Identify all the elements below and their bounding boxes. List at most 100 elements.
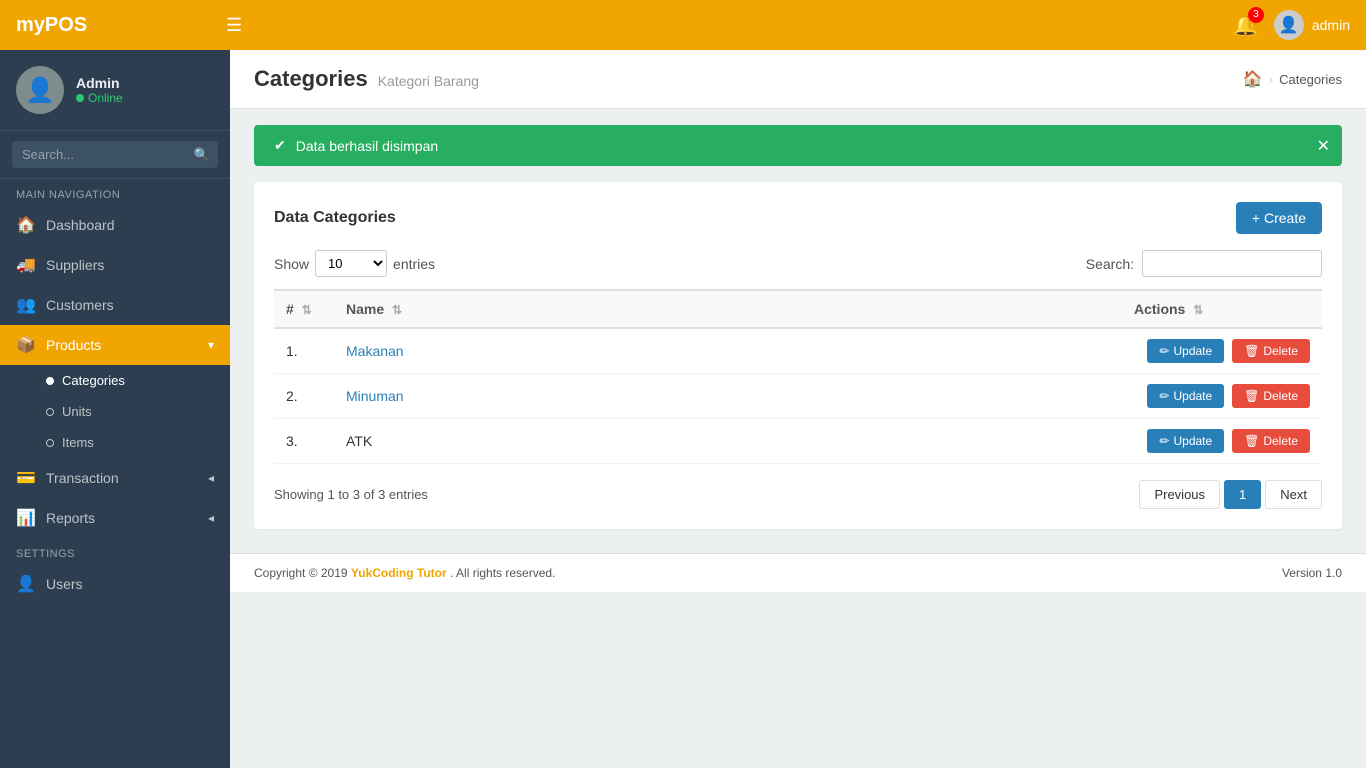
suppliers-icon: 🚚 [16, 255, 36, 275]
sidebar-item-customers-label: Customers [46, 297, 114, 313]
table-footer: Showing 1 to 3 of 3 entries Previous 1 N… [274, 480, 1322, 509]
breadcrumb-current: Categories [1279, 72, 1342, 87]
row2-actions: ✏ Update 🗑 Delete [1122, 374, 1322, 419]
row2-update-button[interactable]: ✏ Update [1147, 384, 1224, 408]
sidebar-item-dashboard[interactable]: 🏠 Dashboard [0, 205, 230, 245]
col-header-num: # ⇅ [274, 290, 334, 328]
sidebar-subitem-categories[interactable]: Categories [0, 365, 230, 396]
customers-icon: 👥 [16, 295, 36, 315]
page-title: Categories [254, 66, 368, 92]
categories-sub-dot [46, 377, 54, 385]
main-layout: 👤 Admin Online 🔍 MAIN NAVIGATION 🏠 Dashb… [0, 50, 1366, 768]
profile-name: Admin [76, 75, 123, 91]
pencil-icon: ✏ [1159, 344, 1169, 358]
sidebar-profile: 👤 Admin Online [0, 50, 230, 131]
sidebar-item-transaction[interactable]: 💳 Transaction ◂ [0, 458, 230, 498]
notification-badge: 3 [1248, 7, 1264, 23]
sidebar-subitem-items[interactable]: Items [0, 427, 230, 458]
col-header-name: Name ⇅ [334, 290, 1122, 328]
reports-arrow-icon: ◂ [208, 511, 214, 525]
data-table: # ⇅ Name ⇅ Actions ⇅ 1. [274, 289, 1322, 464]
entries-label: entries [393, 256, 435, 272]
content-box-header: Data Categories + Create [274, 202, 1322, 234]
trash-icon: 🗑 [1244, 389, 1259, 403]
pagination-page-1-button[interactable]: 1 [1224, 480, 1261, 509]
products-arrow-icon: ▾ [208, 338, 214, 352]
sidebar-search-area: 🔍 [0, 131, 230, 179]
sidebar-subitem-units[interactable]: Units [0, 396, 230, 427]
header-right: 🔔 3 👤 admin [1233, 10, 1350, 40]
reports-icon: 📊 [16, 508, 36, 528]
table-row: 2. Minuman ✏ Update 🗑 Delete [274, 374, 1322, 419]
status-dot [76, 94, 84, 102]
pagination: Previous 1 Next [1139, 480, 1322, 509]
pencil-icon: ✏ [1159, 389, 1169, 403]
sidebar-item-dashboard-label: Dashboard [46, 217, 115, 233]
row2-name: Minuman [334, 374, 1122, 419]
notification-icon[interactable]: 🔔 3 [1233, 13, 1258, 38]
profile-status: Online [76, 91, 123, 105]
entries-select[interactable]: 10 25 50 100 [315, 250, 387, 277]
items-sub-dot [46, 439, 54, 447]
showing-text: Showing 1 to 3 of 3 entries [274, 487, 428, 502]
sidebar-item-suppliers-label: Suppliers [46, 257, 104, 273]
pagination-next-button[interactable]: Next [1265, 480, 1322, 509]
sidebar-subitem-categories-label: Categories [62, 373, 125, 388]
row1-update-button[interactable]: ✏ Update [1147, 339, 1224, 363]
row1-name: Makanan [334, 328, 1122, 374]
table-header-row: # ⇅ Name ⇅ Actions ⇅ [274, 290, 1322, 328]
table-row: 1. Makanan ✏ Update 🗑 Delete [274, 328, 1322, 374]
sidebar-item-products-label: Products [46, 337, 101, 353]
page-title-area: Categories Kategori Barang [254, 66, 479, 92]
user-avatar: 👤 [1274, 10, 1304, 40]
row3-update-button[interactable]: ✏ Update [1147, 429, 1224, 453]
pagination-previous-button[interactable]: Previous [1139, 480, 1220, 509]
sort-icon-num: ⇅ [302, 303, 312, 317]
sidebar-search-input[interactable] [12, 141, 218, 168]
footer-copyright: Copyright © 2019 YukCoding Tutor . All r… [254, 566, 555, 580]
col-header-actions: Actions ⇅ [1122, 290, 1322, 328]
sidebar-item-users[interactable]: 👤 Users [0, 564, 230, 604]
sidebar: 👤 Admin Online 🔍 MAIN NAVIGATION 🏠 Dashb… [0, 50, 230, 768]
sidebar-item-reports[interactable]: 📊 Reports ◂ [0, 498, 230, 538]
page-header: Categories Kategori Barang 🏠 › Categorie… [230, 50, 1366, 109]
search-label: Search: [1086, 256, 1134, 272]
transaction-icon: 💳 [16, 468, 36, 488]
profile-info: Admin Online [76, 75, 123, 105]
show-label: Show [274, 256, 309, 272]
main-footer: Copyright © 2019 YukCoding Tutor . All r… [230, 553, 1366, 592]
footer-version: Version 1.0 [1282, 566, 1342, 580]
table-row: 3. ATK ✏ Update 🗑 Delete [274, 419, 1322, 464]
breadcrumb-home-icon: 🏠 [1243, 69, 1263, 89]
trash-icon: 🗑 [1244, 434, 1259, 448]
alert-close-button[interactable]: ✕ [1317, 136, 1330, 156]
brand-logo: myPOS [16, 14, 226, 37]
sort-icon-name: ⇅ [392, 303, 402, 317]
user-menu[interactable]: 👤 admin [1274, 10, 1350, 40]
alert-check-icon: ✔ [274, 137, 286, 154]
users-icon: 👤 [16, 574, 36, 594]
content-box: Data Categories + Create Show 10 25 50 1… [254, 182, 1342, 529]
row1-num: 1. [274, 328, 334, 374]
row1-delete-button[interactable]: 🗑 Delete [1232, 339, 1310, 363]
row2-name-link[interactable]: Minuman [346, 388, 404, 404]
hamburger-button[interactable]: ☰ [226, 15, 1233, 36]
top-header: myPOS ☰ 🔔 3 👤 admin [0, 0, 1366, 50]
row3-num: 3. [274, 419, 334, 464]
table-search-input[interactable] [1142, 250, 1322, 277]
row3-delete-button[interactable]: 🗑 Delete [1232, 429, 1310, 453]
row3-name: ATK [334, 419, 1122, 464]
create-button[interactable]: + Create [1236, 202, 1322, 234]
row2-delete-button[interactable]: 🗑 Delete [1232, 384, 1310, 408]
content-box-title: Data Categories [274, 209, 396, 227]
sidebar-item-suppliers[interactable]: 🚚 Suppliers [0, 245, 230, 285]
alert-success: ✔ Data berhasil disimpan ✕ [254, 125, 1342, 166]
sidebar-item-users-label: Users [46, 576, 83, 592]
sidebar-item-customers[interactable]: 👥 Customers [0, 285, 230, 325]
footer-brand-link[interactable]: YukCoding Tutor [351, 566, 447, 580]
sidebar-item-products[interactable]: 📦 Products ▾ [0, 325, 230, 365]
page-subtitle: Kategori Barang [378, 73, 479, 89]
row1-name-link[interactable]: Makanan [346, 343, 404, 359]
table-search-area: Search: [1086, 250, 1322, 277]
search-icon: 🔍 [194, 147, 210, 163]
